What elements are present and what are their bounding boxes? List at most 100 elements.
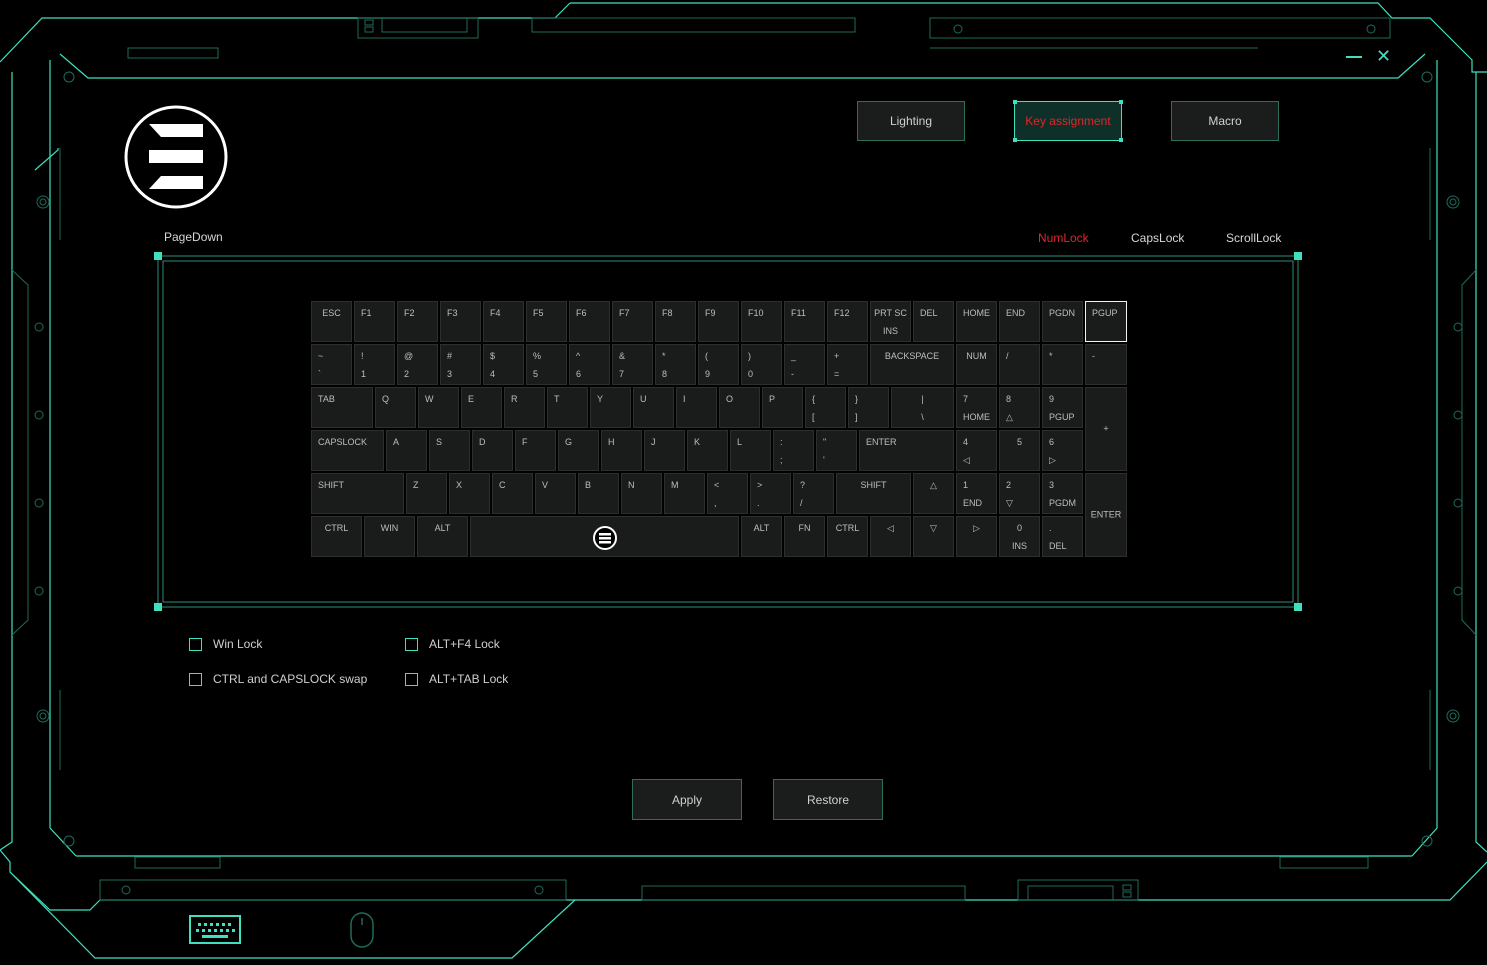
option-alt-tab-lock[interactable]: ALT+TAB Lock: [405, 672, 508, 686]
option-win-lock[interactable]: Win Lock: [189, 637, 262, 651]
key-semicolon[interactable]: :;: [773, 430, 814, 471]
key-s[interactable]: S: [429, 430, 470, 471]
key-a[interactable]: A: [386, 430, 427, 471]
tab-key-assignment[interactable]: Key assignment: [1013, 100, 1123, 142]
key-f7[interactable]: F7: [612, 301, 653, 342]
key-pgdn[interactable]: PGDN: [1042, 301, 1083, 342]
key-np9[interactable]: 9 PGUP: [1042, 387, 1083, 428]
key-npdot[interactable]: . DEL: [1042, 516, 1083, 557]
key-equal[interactable]: + =: [827, 344, 868, 385]
key-del[interactable]: DEL: [913, 301, 954, 342]
key-o[interactable]: O: [719, 387, 760, 428]
key-npstar[interactable]: *: [1042, 344, 1083, 385]
key-g[interactable]: G: [558, 430, 599, 471]
key-f8[interactable]: F8: [655, 301, 696, 342]
key-f2[interactable]: F2: [397, 301, 438, 342]
key-end[interactable]: END: [999, 301, 1040, 342]
keyboard-icon[interactable]: [189, 915, 241, 945]
close-icon[interactable]: ✕: [1376, 47, 1392, 65]
tab-macro[interactable]: Macro: [1171, 101, 1279, 141]
key-win[interactable]: WIN: [364, 516, 415, 557]
key-f3[interactable]: F3: [440, 301, 481, 342]
key-np3[interactable]: 3 PGDM: [1042, 473, 1083, 514]
key-z[interactable]: Z: [406, 473, 447, 514]
alt-tab-lock-checkbox[interactable]: [405, 672, 418, 686]
key-np6[interactable]: 6 ▷: [1042, 430, 1083, 471]
key-rctrl[interactable]: CTRL: [827, 516, 868, 557]
key-k1[interactable]: ! 1: [354, 344, 395, 385]
key-np8[interactable]: 8 △: [999, 387, 1040, 428]
key-k[interactable]: K: [687, 430, 728, 471]
key-k2[interactable]: @2: [397, 344, 438, 385]
key-k7[interactable]: & 7: [612, 344, 653, 385]
key-slash[interactable]: ? /: [793, 473, 834, 514]
key-rbrace[interactable]: }]: [848, 387, 889, 428]
key-tab[interactable]: TAB: [311, 387, 373, 428]
key-npslash[interactable]: /: [999, 344, 1040, 385]
key-x[interactable]: X: [449, 473, 490, 514]
key-quote[interactable]: " ': [816, 430, 857, 471]
key-home[interactable]: HOME: [956, 301, 997, 342]
key-np1[interactable]: 1 END: [956, 473, 997, 514]
key-k6[interactable]: ^ 6: [569, 344, 610, 385]
key-prtsc[interactable]: PRT SC INS: [870, 301, 911, 342]
key-l[interactable]: L: [730, 430, 771, 471]
key-k0[interactable]: ) 0: [741, 344, 782, 385]
key-npplus[interactable]: +: [1085, 387, 1127, 471]
key-space[interactable]: [470, 516, 739, 557]
option-ctrl-capslock-swap[interactable]: CTRL and CAPSLOCK swap: [189, 672, 367, 686]
restore-button[interactable]: Restore: [773, 779, 883, 820]
key-k4[interactable]: $4: [483, 344, 524, 385]
key-k5[interactable]: % 5: [526, 344, 567, 385]
key-lbrace[interactable]: {[: [805, 387, 846, 428]
tab-lighting[interactable]: Lighting: [857, 101, 965, 141]
key-enter[interactable]: ENTER: [859, 430, 954, 471]
key-npenter[interactable]: ENTER: [1085, 473, 1127, 557]
key-capslock[interactable]: CAPSLOCK: [311, 430, 384, 471]
key-f[interactable]: F: [515, 430, 556, 471]
key-r[interactable]: R: [504, 387, 545, 428]
key-lctrl[interactable]: CTRL: [311, 516, 362, 557]
key-lshift[interactable]: SHIFT: [311, 473, 404, 514]
key-u[interactable]: U: [633, 387, 674, 428]
key-np7[interactable]: 7 HOME: [956, 387, 997, 428]
key-backspace[interactable]: BACKSPACE: [870, 344, 954, 385]
key-f6[interactable]: F6: [569, 301, 610, 342]
key-fn[interactable]: FN: [784, 516, 825, 557]
key-m[interactable]: M: [664, 473, 705, 514]
key-down[interactable]: ▽: [913, 516, 954, 557]
key-up[interactable]: △: [913, 473, 954, 514]
key-f10[interactable]: F10: [741, 301, 782, 342]
key-v[interactable]: V: [535, 473, 576, 514]
key-y[interactable]: Y: [590, 387, 631, 428]
key-period[interactable]: >.: [750, 473, 791, 514]
key-k8[interactable]: * 8: [655, 344, 696, 385]
key-t[interactable]: T: [547, 387, 588, 428]
key-np5[interactable]: 5: [999, 430, 1040, 471]
key-esc[interactable]: ESC: [311, 301, 352, 342]
key-k9[interactable]: (9: [698, 344, 739, 385]
key-w[interactable]: W: [418, 387, 459, 428]
key-minus[interactable]: _ -: [784, 344, 825, 385]
key-p[interactable]: P: [762, 387, 803, 428]
key-d[interactable]: D: [472, 430, 513, 471]
key-c[interactable]: C: [492, 473, 533, 514]
key-tilde[interactable]: ~ `: [311, 344, 352, 385]
mouse-icon[interactable]: [350, 912, 374, 948]
key-f11[interactable]: F11: [784, 301, 825, 342]
key-np2[interactable]: 2 ▽: [999, 473, 1040, 514]
key-e[interactable]: E: [461, 387, 502, 428]
win-lock-checkbox[interactable]: [189, 637, 202, 651]
ctrl-capslock-swap-checkbox[interactable]: [189, 672, 202, 686]
key-lalt[interactable]: ALT: [417, 516, 468, 557]
key-i[interactable]: I: [676, 387, 717, 428]
key-np4[interactable]: 4 ◁: [956, 430, 997, 471]
key-h[interactable]: H: [601, 430, 642, 471]
key-rshift[interactable]: SHIFT: [836, 473, 911, 514]
key-left[interactable]: ◁: [870, 516, 911, 557]
apply-button[interactable]: Apply: [632, 779, 742, 820]
key-ralt[interactable]: ALT: [741, 516, 782, 557]
key-f5[interactable]: F5: [526, 301, 567, 342]
key-num[interactable]: NUM: [956, 344, 997, 385]
key-q[interactable]: Q: [375, 387, 416, 428]
